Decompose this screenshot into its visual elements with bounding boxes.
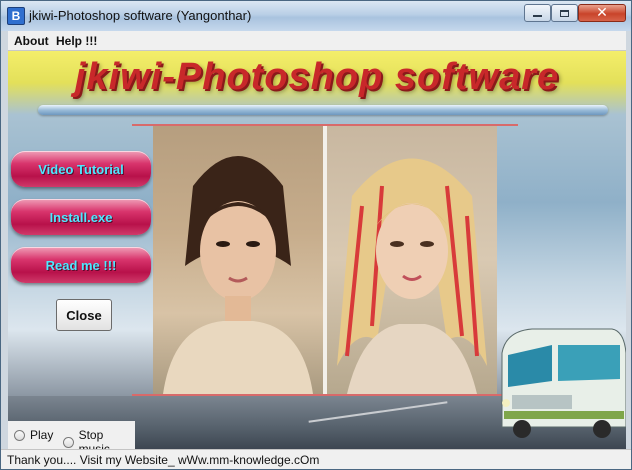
read-me-button[interactable]: Read me !!! — [11, 247, 151, 283]
status-text: Thank you.... Visit my Website_ wWw.mm-k… — [7, 453, 320, 467]
menu-bar: About Help !!! — [8, 31, 626, 51]
video-tutorial-label: Video Tutorial — [38, 161, 124, 177]
minimize-icon — [533, 15, 542, 17]
read-me-label: Read me !!! — [45, 257, 117, 273]
stop-radio-dot[interactable] — [63, 436, 74, 448]
close-icon: ✕ — [596, 5, 608, 21]
maximize-icon — [560, 9, 569, 17]
photo-frame-bottom — [132, 394, 518, 396]
title-bar[interactable]: B jkiwi-Photoshop software (Yangonthar) … — [1, 1, 631, 31]
bus-image — [492, 323, 626, 443]
after-portrait-image — [337, 158, 487, 394]
maximize-button[interactable] — [551, 4, 578, 22]
before-photo — [153, 126, 323, 394]
menu-about[interactable]: About — [14, 34, 49, 48]
close-window-button[interactable]: ✕ — [578, 4, 626, 22]
bus-graphic — [501, 328, 626, 438]
before-portrait-image — [163, 156, 313, 394]
app-icon[interactable]: B — [7, 7, 25, 25]
play-radio-dot[interactable] — [14, 429, 25, 441]
play-radio[interactable]: Play — [14, 428, 53, 442]
stop-music-label: Stop music — [78, 428, 110, 449]
menu-help[interactable]: Help !!! — [56, 34, 97, 48]
close-button[interactable]: Close — [56, 299, 112, 331]
video-tutorial-button[interactable]: Video Tutorial — [11, 151, 151, 187]
install-label: Install.exe — [49, 209, 113, 225]
install-button[interactable]: Install.exe — [11, 199, 151, 235]
minimize-button[interactable] — [524, 4, 551, 22]
play-label: Play — [30, 428, 54, 442]
after-photo — [327, 126, 497, 394]
main-panel: jkiwi-Photoshop software Video Tutorial … — [8, 51, 626, 449]
banner-title: jkiwi-Photoshop software — [74, 56, 560, 98]
status-bar: Thank you.... Visit my Website_ wWw.mm-k… — [1, 449, 631, 469]
stop-music-radio[interactable]: Stop music — [63, 428, 135, 449]
music-controls: Play Stop music — [8, 421, 135, 449]
app-window: B jkiwi-Photoshop software (Yangonthar) … — [0, 0, 632, 470]
banner-glass-bar — [38, 105, 608, 115]
window-title: jkiwi-Photoshop software (Yangonthar) — [29, 8, 252, 23]
